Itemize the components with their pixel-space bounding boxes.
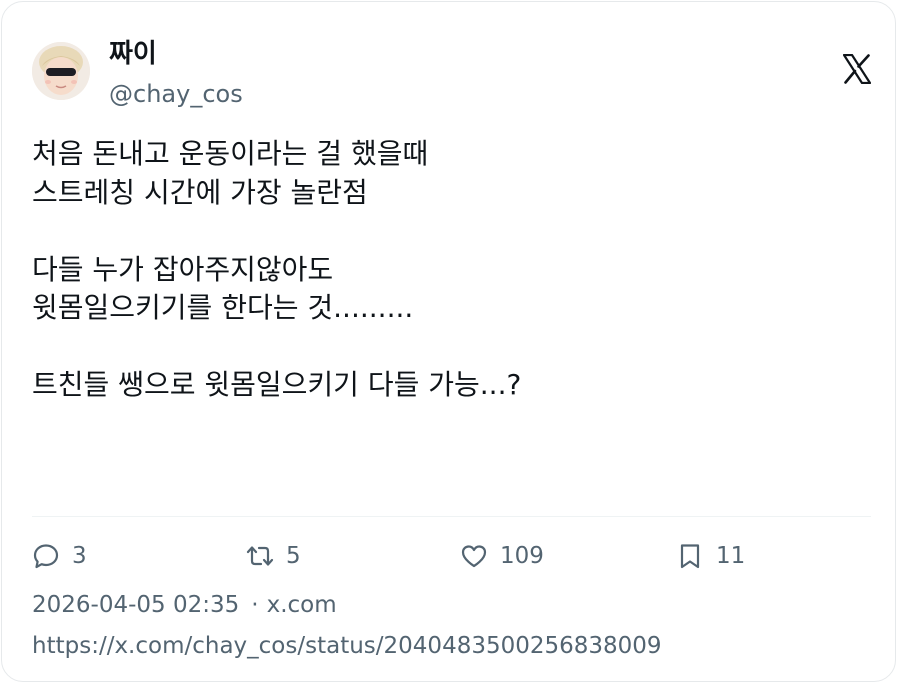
bookmark-button[interactable]: 11 xyxy=(676,538,745,574)
tweet-url[interactable]: https://x.com/chay_cos/status/2040483500… xyxy=(32,629,662,663)
bookmark-icon xyxy=(676,542,704,570)
reply-button[interactable]: 3 xyxy=(32,538,87,574)
tweet-card: 짜이 @chay_cos 처음 돈내고 운동이라는 걸 했을때 스트레칭 시간에… xyxy=(1,1,896,682)
tweet-line xyxy=(32,212,872,251)
retweet-count: 5 xyxy=(286,543,301,569)
avatar[interactable] xyxy=(32,42,90,100)
tweet-line: 스트레칭 시간에 가장 놀란점 xyxy=(32,175,368,209)
tweet-meta: 2026-04-05 02:35 · x.com xyxy=(32,588,337,622)
avatar-image xyxy=(32,42,90,100)
retweet-icon xyxy=(246,542,274,570)
heart-icon xyxy=(460,542,488,570)
like-count: 109 xyxy=(500,543,544,569)
tweet-line: 처음 돈내고 운동이라는 걸 했을때 xyxy=(32,137,429,170)
divider xyxy=(32,516,871,517)
reply-icon xyxy=(32,542,60,570)
reply-count: 3 xyxy=(72,543,87,569)
bookmark-count: 11 xyxy=(716,543,746,569)
tweet-line: 트친들 쌩으로 윗몸일으키기 다들 가능...? xyxy=(32,368,522,401)
tweet-text: 처음 돈내고 운동이라는 걸 했을때 스트레칭 시간에 가장 놀란점 다들 누가… xyxy=(32,135,872,405)
tweet-line: 다들 누가 잡아주지않아도 xyxy=(32,252,334,286)
timestamp[interactable]: 2026-04-05 02:35 xyxy=(32,592,239,618)
retweet-button[interactable]: 5 xyxy=(246,538,301,574)
meta-separator: · xyxy=(251,592,259,618)
author-name[interactable]: 짜이 xyxy=(109,36,157,72)
author-handle[interactable]: @chay_cos xyxy=(109,78,243,110)
source-label: x.com xyxy=(266,592,337,618)
tweet-line: 윗몸일으키기를 한다는 것......... xyxy=(32,291,414,324)
tweet-line xyxy=(32,328,872,367)
like-button[interactable]: 109 xyxy=(460,538,544,574)
x-logo-icon[interactable] xyxy=(842,53,872,85)
